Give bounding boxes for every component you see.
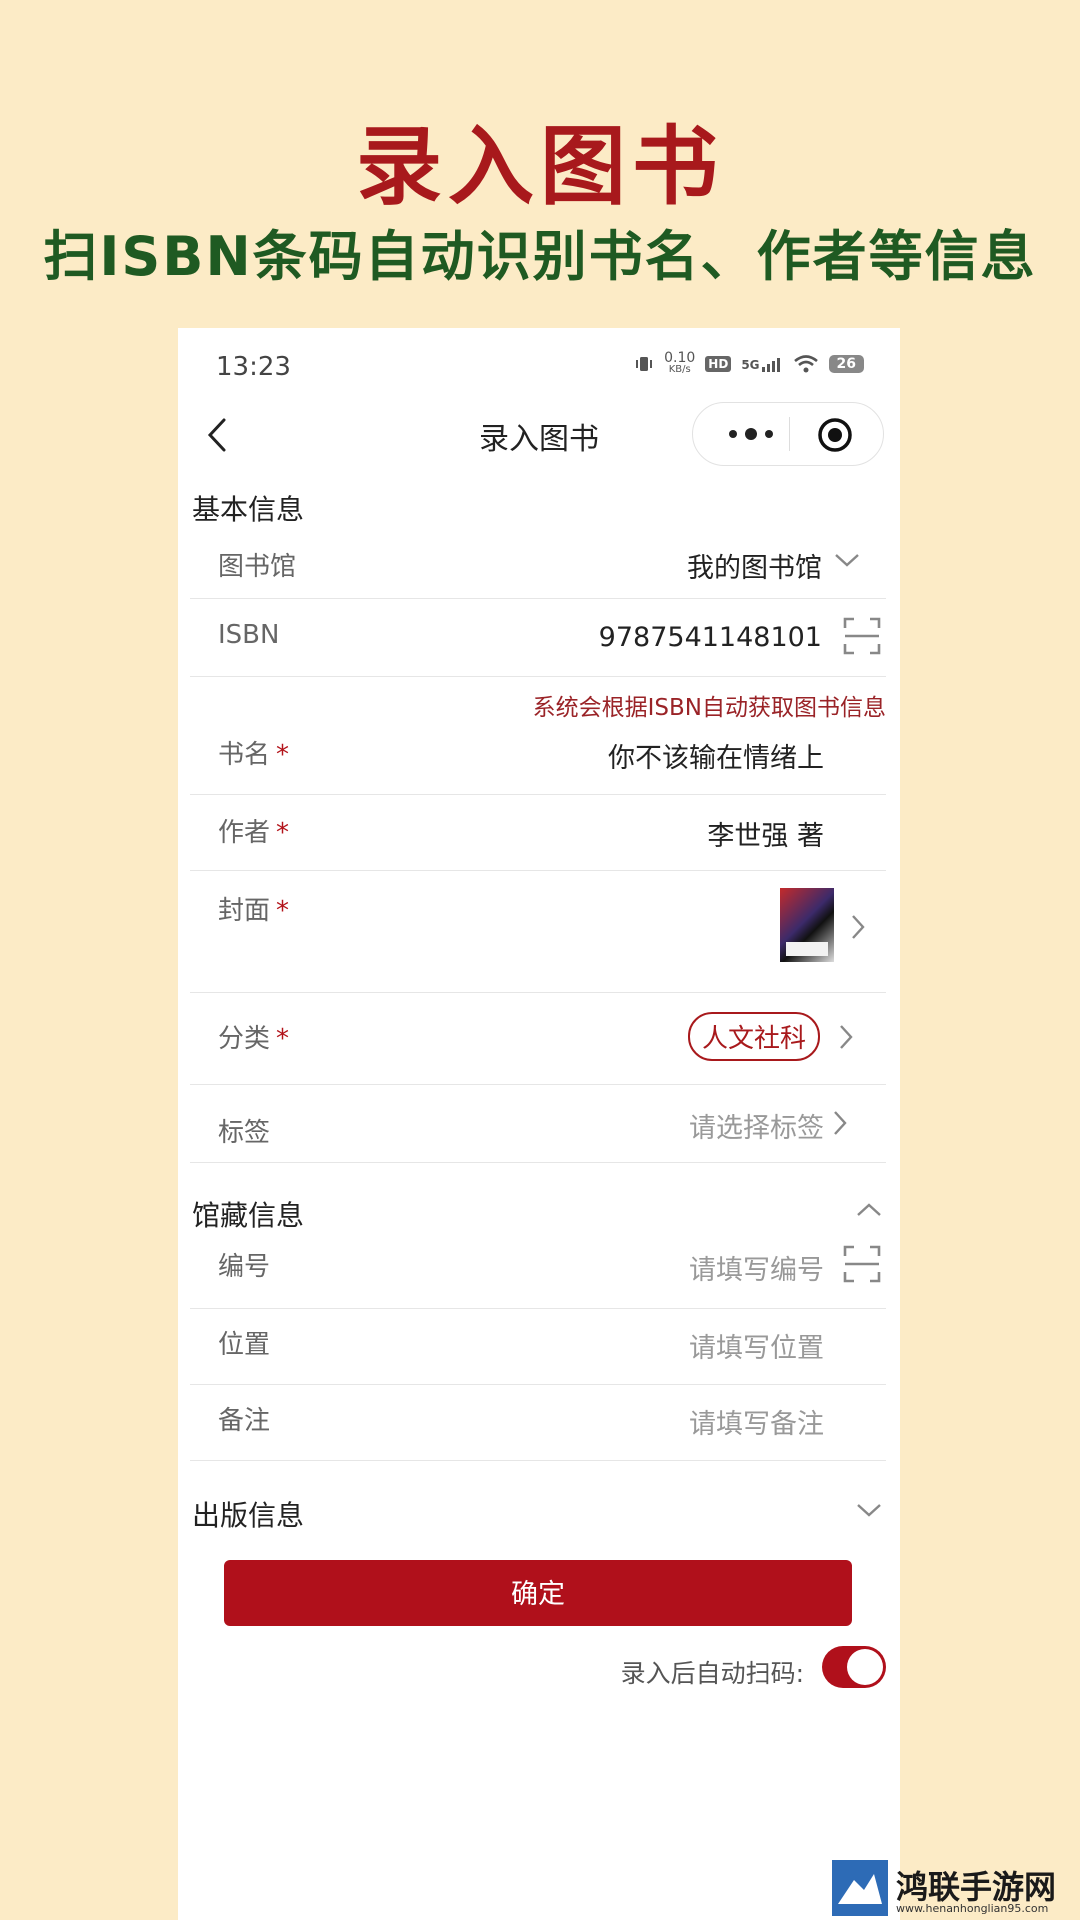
section-publish-info[interactable]: 出版信息	[192, 1494, 304, 1534]
required-mark: *	[276, 1024, 290, 1054]
note-row[interactable]: 备注 请填写备注	[190, 1384, 886, 1461]
promo-title: 录入图书	[356, 117, 724, 217]
author-label-text: 作者	[218, 818, 271, 848]
note-input[interactable]: 请填写备注	[689, 1402, 824, 1441]
vibrate-icon	[636, 357, 653, 371]
watermark-bird-icon	[838, 1874, 882, 1904]
battery-icon: 26	[828, 355, 864, 373]
required-mark: *	[276, 740, 290, 770]
title-value[interactable]: 你不该输在情绪上	[608, 736, 824, 775]
number-row[interactable]: 编号 请填写编号	[190, 1232, 886, 1309]
watermark-url: www.henanhonglian95.com	[896, 1902, 1049, 1915]
chevron-right-icon[interactable]	[830, 1108, 850, 1138]
isbn-hint: 系统会根据ISBN自动获取图书信息	[532, 695, 886, 721]
scan-icon[interactable]	[842, 1244, 882, 1284]
chevron-down-icon[interactable]	[832, 550, 862, 570]
speed-value: 0.10	[664, 350, 696, 366]
title-row[interactable]: 书名 * 你不该输在情绪上	[190, 726, 886, 795]
required-mark: *	[276, 818, 290, 848]
isbn-row[interactable]: ISBN 9787541148101	[190, 598, 886, 677]
wifi-icon	[793, 355, 818, 373]
section-collection-info: 馆藏信息	[192, 1199, 305, 1232]
toggle-knob	[847, 1649, 883, 1685]
signal-5g: 5G	[741, 356, 782, 372]
chevron-right-icon[interactable]	[836, 1022, 856, 1052]
category-label-text: 分类	[218, 1024, 271, 1054]
scan-icon[interactable]	[842, 616, 882, 656]
library-row[interactable]: 图书馆 我的图书馆	[190, 526, 886, 599]
more-icon[interactable]	[721, 421, 781, 447]
watermark-logo	[832, 1860, 888, 1916]
cover-label-strip	[786, 942, 828, 956]
number-label: 编号	[218, 1252, 271, 1282]
cover-label-text: 封面	[218, 896, 271, 926]
title-label: 书名 *	[218, 734, 289, 771]
network-speed: 0.10 KB/s	[664, 350, 696, 376]
hd-badge: HD	[705, 356, 732, 372]
cover-label: 封面 *	[218, 890, 289, 927]
phone-screen: 13:23 0.10 KB/s HD 5G 26 录入图书 基本信息 图书馆 我…	[178, 328, 900, 1920]
auto-scan-toggle[interactable]	[822, 1646, 886, 1688]
required-mark: *	[276, 896, 290, 926]
category-row[interactable]: 分类 * 人文社科	[190, 992, 886, 1085]
tags-label: 标签	[218, 1118, 271, 1148]
isbn-value[interactable]: 9787541148101	[599, 622, 822, 653]
tags-placeholder[interactable]: 请选择标签	[689, 1106, 824, 1145]
network-type: 5G	[741, 358, 760, 372]
library-label: 图书馆	[218, 552, 297, 582]
location-input[interactable]: 请填写位置	[689, 1326, 824, 1365]
cover-row[interactable]: 封面 *	[190, 870, 886, 993]
promo-subtitle: 扫ISBN条码自动识别书名、作者等信息	[43, 225, 1037, 288]
isbn-label: ISBN	[218, 620, 280, 650]
cover-image[interactable]	[780, 888, 834, 962]
category-label: 分类 *	[218, 1018, 289, 1055]
capsule-divider	[789, 417, 790, 451]
confirm-button[interactable]: 确定	[224, 1560, 852, 1626]
author-value[interactable]: 李世强 著	[707, 814, 824, 853]
chevron-down-icon[interactable]	[854, 1500, 884, 1520]
title-label-text: 书名	[218, 740, 271, 770]
chevron-up-icon[interactable]	[854, 1200, 884, 1220]
location-label: 位置	[218, 1330, 271, 1360]
close-miniprogram-icon[interactable]	[817, 417, 853, 453]
note-label: 备注	[218, 1406, 271, 1436]
author-label: 作者 *	[218, 812, 289, 849]
library-value[interactable]: 我的图书馆	[687, 546, 822, 585]
section-basic-info: 基本信息	[192, 493, 305, 526]
status-time: 13:23	[216, 352, 291, 382]
author-row[interactable]: 作者 * 李世强 著	[190, 794, 886, 871]
category-tag[interactable]: 人文社科	[687, 1012, 820, 1061]
number-input[interactable]: 请填写编号	[689, 1248, 824, 1287]
chevron-right-icon[interactable]	[848, 912, 868, 942]
auto-scan-label: 录入后自动扫码:	[620, 1659, 804, 1688]
tags-row[interactable]: 标签 请选择标签	[190, 1084, 886, 1163]
mini-program-capsule	[692, 402, 884, 466]
signal-icon	[761, 358, 780, 372]
status-icons: 0.10 KB/s HD 5G 26	[634, 350, 864, 376]
speed-unit: KB/s	[668, 364, 691, 375]
location-row[interactable]: 位置 请填写位置	[190, 1308, 886, 1385]
